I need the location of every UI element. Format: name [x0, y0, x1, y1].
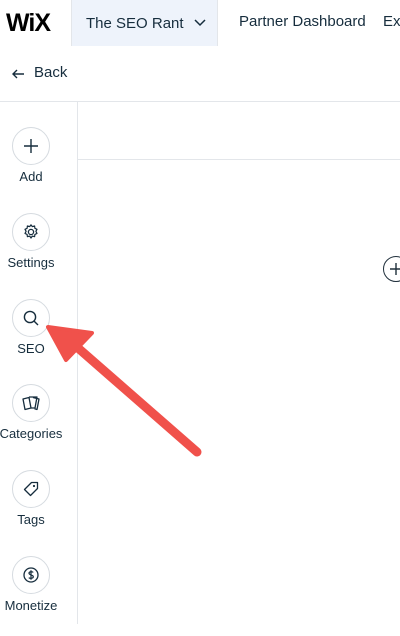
site-selector[interactable]: The SEO Rant [71, 0, 218, 46]
seo-button[interactable] [12, 299, 50, 337]
top-bar: WiX The SEO Rant Partner Dashboard Ex [0, 0, 400, 47]
back-button[interactable]: Back [34, 64, 67, 81]
site-name: The SEO Rant [86, 14, 184, 32]
sidebar-item-settings[interactable]: Settings [0, 213, 62, 293]
tags-button[interactable] [12, 470, 50, 508]
sidebar-item-seo[interactable]: SEO [0, 299, 62, 379]
categories-button[interactable] [12, 384, 50, 422]
plus-circle-icon[interactable] [383, 256, 400, 282]
sidebar-item-label: SEO [17, 341, 45, 356]
sidebar-item-label: Categories [0, 426, 63, 441]
sidebar-item-categories[interactable]: Categories [0, 384, 62, 464]
categories-icon [22, 396, 40, 411]
sidebar-item-label: Tags [17, 512, 45, 527]
sidebar-item-label: Settings [7, 255, 55, 270]
wix-logo[interactable]: WiX [6, 9, 51, 38]
sidebar-item-add[interactable]: Add [0, 127, 62, 207]
search-icon [23, 310, 39, 326]
sidebar-item-label: Add [19, 169, 43, 184]
sidebar: Add Settings SEO Categories Tags Monetiz… [0, 102, 78, 624]
back-row: Back [0, 46, 400, 102]
settings-button[interactable] [12, 213, 50, 251]
arrow-left-icon[interactable] [10, 66, 26, 82]
chevron-down-icon [194, 19, 206, 27]
add-button[interactable] [12, 127, 50, 165]
monetize-button[interactable] [12, 556, 50, 594]
dollar-icon [23, 567, 39, 583]
plus-icon [390, 263, 400, 275]
sidebar-item-label: Monetize [4, 598, 58, 613]
main-header [78, 102, 400, 160]
tag-icon [23, 481, 39, 497]
extra-nav-link[interactable]: Ex [383, 13, 400, 30]
plus-icon [24, 139, 38, 153]
sidebar-item-monetize[interactable]: Monetize [0, 556, 62, 636]
sidebar-item-tags[interactable]: Tags [0, 470, 62, 550]
partner-dashboard-link[interactable]: Partner Dashboard [239, 13, 366, 30]
gear-icon [24, 224, 38, 239]
